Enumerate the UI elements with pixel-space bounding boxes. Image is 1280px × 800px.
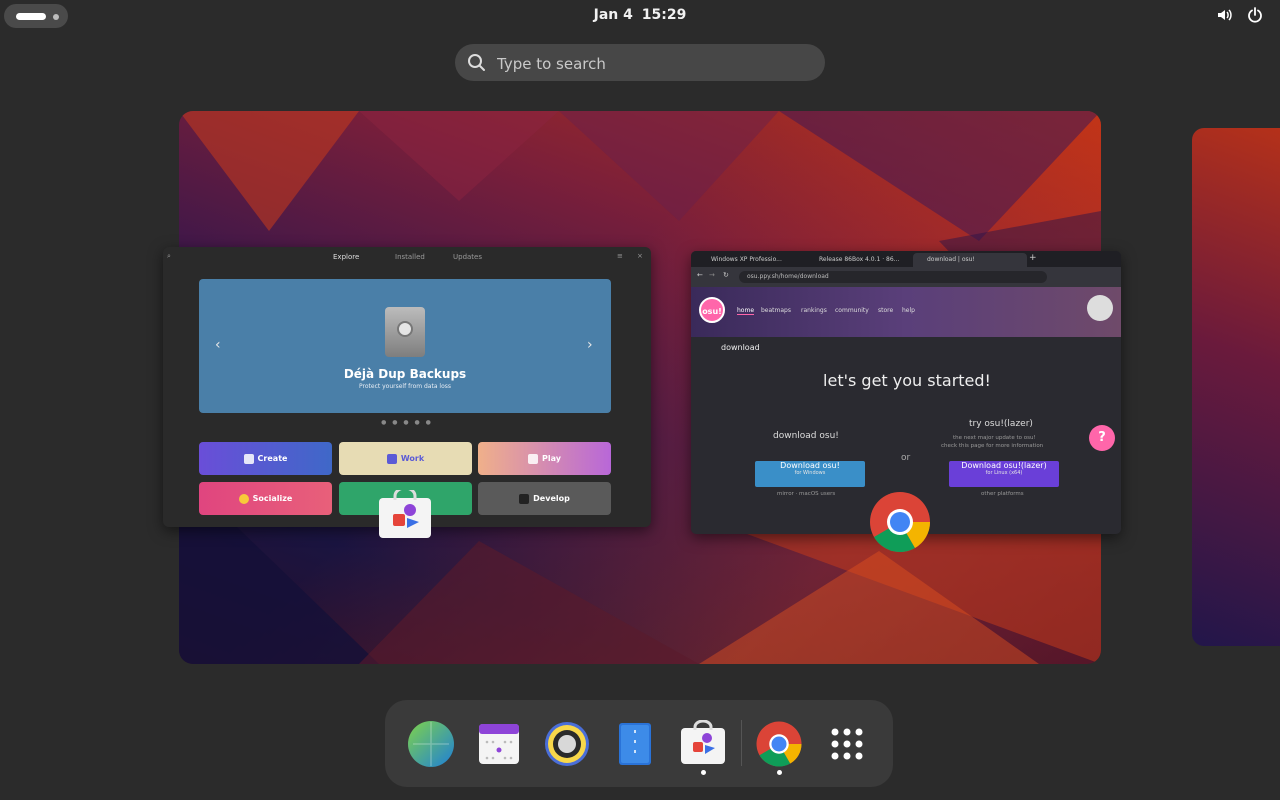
top-bar: Jan 4 15:29 [0,0,1280,32]
carousel-pager[interactable]: ● ● ● ● ● [163,419,651,426]
nav-beatmaps[interactable]: beatmaps [761,307,791,314]
nav-rankings[interactable]: rankings [801,307,827,314]
menu-icon[interactable]: ≡ [617,252,623,260]
chevron-right-icon[interactable]: › [587,337,593,353]
work-icon [386,453,397,464]
tab-updates[interactable]: Updates [453,253,482,261]
forward-icon[interactable]: → [709,271,715,279]
address-bar[interactable]: osu.ppy.sh/home/download [739,271,1047,283]
banner-title: Déjà Dup Backups [343,367,467,381]
app-grid-icon[interactable] [823,720,871,768]
category-play[interactable]: Play [478,442,611,475]
clock[interactable]: Jan 4 15:29 [0,7,1280,23]
category-develop[interactable]: Develop [478,482,611,515]
category-create[interactable]: Create [199,442,332,475]
clock-date: Jan 4 [593,7,633,23]
new-tab-icon[interactable]: + [1029,253,1037,263]
chrome-tab-active[interactable]: download | osu! [913,253,1027,267]
web-browser-icon[interactable] [407,720,455,768]
page-headline: let's get you started! [823,371,991,390]
music-player-icon[interactable] [543,720,591,768]
running-indicator [777,770,782,775]
gamepad-icon [528,453,538,464]
chrome-icon [870,492,930,553]
reload-icon[interactable]: ↻ [723,271,729,279]
dock-separator [741,720,742,766]
search-icon[interactable]: ⌕ [167,252,171,261]
dock [385,700,893,787]
section-title: download [721,343,760,352]
banner-subtitle: Protect yourself from data loss [359,383,451,390]
next-workspace-thumbnail[interactable] [1192,128,1280,646]
tab-installed[interactable]: Installed [395,253,425,261]
or-separator: or [901,453,911,463]
software-headerbar: ⌕ Explore Installed Updates ≡ × [163,247,651,267]
try-lazer-label: try osu!(lazer) [969,419,1033,429]
download-osu-button[interactable]: Download osu! for Windows [755,461,865,487]
help-button[interactable]: ? [1089,425,1115,451]
chrome-tab[interactable]: Windows XP Professio... [697,253,811,267]
other-platforms-link[interactable]: other platforms [981,491,1024,497]
search-bar[interactable] [455,44,825,83]
software-store-icon [379,490,431,538]
lazer-info-link[interactable]: check this page for more information [941,443,1043,449]
running-indicator [701,770,706,775]
software-store-icon[interactable] [679,720,727,768]
chrome-tab[interactable]: Release 86Box 4.0.1 · 86... [805,253,919,267]
software-window-thumbnail[interactable]: ⌕ Explore Installed Updates ≡ × ‹ › Déjà… [163,247,651,527]
mirror-links[interactable]: mirror · macOS users [777,491,835,497]
emoji-icon [238,493,249,504]
chevron-left-icon[interactable]: ‹ [215,337,221,353]
search-input[interactable] [495,44,809,83]
volume-icon [1218,9,1232,21]
featured-banner[interactable]: ‹ › Déjà Dup Backups Protect yourself fr… [199,279,611,413]
nav-store[interactable]: store [878,307,893,314]
deja-dup-app-icon [385,307,425,357]
terminal-icon [519,493,530,504]
user-avatar[interactable] [1087,295,1113,321]
category-work[interactable]: Work [339,442,472,475]
osu-navbar: osu! home beatmaps rankings community st… [691,287,1121,337]
search-icon [468,54,485,71]
clock-time: 15:29 [641,7,687,23]
chrome-tab-bar: Windows XP Professio... Release 86Box 4.… [691,251,1121,267]
create-icon [243,453,254,464]
category-socialize[interactable]: Socialize [199,482,332,515]
power-icon [1248,7,1262,23]
download-lazer-button[interactable]: Download osu!(lazer) for Linux (x64) [949,461,1059,487]
calendar-icon[interactable] [475,720,523,768]
close-icon[interactable]: × [637,252,643,260]
chrome-toolbar: ← → ↻ osu.ppy.sh/home/download [691,267,1121,287]
nav-home[interactable]: home [737,307,755,315]
text-editor-icon[interactable] [611,720,659,768]
chrome-icon[interactable] [755,720,803,768]
download-osu-label: download osu! [773,431,839,441]
lazer-description: the next major update to osu! [953,435,1036,441]
osu-logo[interactable]: osu! [699,297,725,323]
nav-community[interactable]: community [835,307,869,314]
nav-help[interactable]: help [902,307,915,314]
tab-explore[interactable]: Explore [333,253,359,261]
back-icon[interactable]: ← [697,271,703,279]
system-menu[interactable] [1216,6,1264,24]
